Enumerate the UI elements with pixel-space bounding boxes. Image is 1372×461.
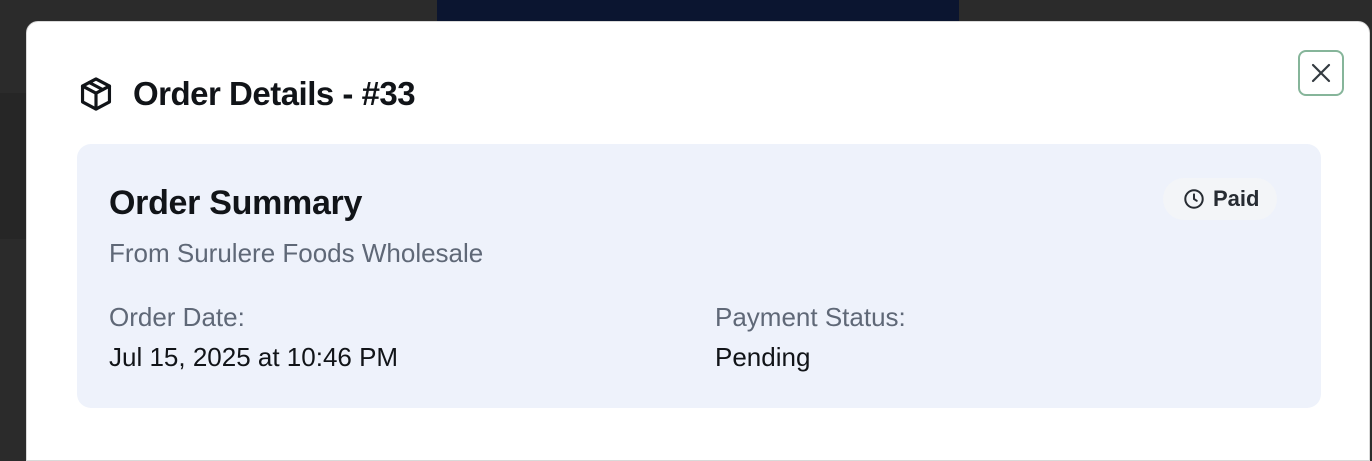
close-icon <box>1311 63 1331 83</box>
modal-title: Order Details - #33 <box>133 75 416 112</box>
order-summary-card: Order Summary From Surulere Foods Wholes… <box>77 144 1321 408</box>
payment-status-label: Payment Status: <box>715 302 906 332</box>
close-button[interactable] <box>1298 50 1344 96</box>
payment-status-value: Pending <box>715 342 811 372</box>
clock-icon <box>1184 189 1204 209</box>
package-icon <box>77 75 115 113</box>
background-header-strip <box>437 0 959 22</box>
summary-subtitle: From Surulere Foods Wholesale <box>109 238 484 268</box>
order-date-value: Jul 15, 2025 at 10:46 PM <box>109 342 399 372</box>
order-date-label: Order Date: <box>109 302 245 332</box>
order-details-modal: Order Details - #33 Order Summary From S… <box>26 21 1370 461</box>
modal-header: Order Details - #33 <box>77 72 416 116</box>
summary-title: Order Summary <box>109 184 363 222</box>
status-badge: Paid <box>1163 178 1278 220</box>
background-panel <box>0 93 26 239</box>
status-badge-label: Paid <box>1213 186 1260 211</box>
